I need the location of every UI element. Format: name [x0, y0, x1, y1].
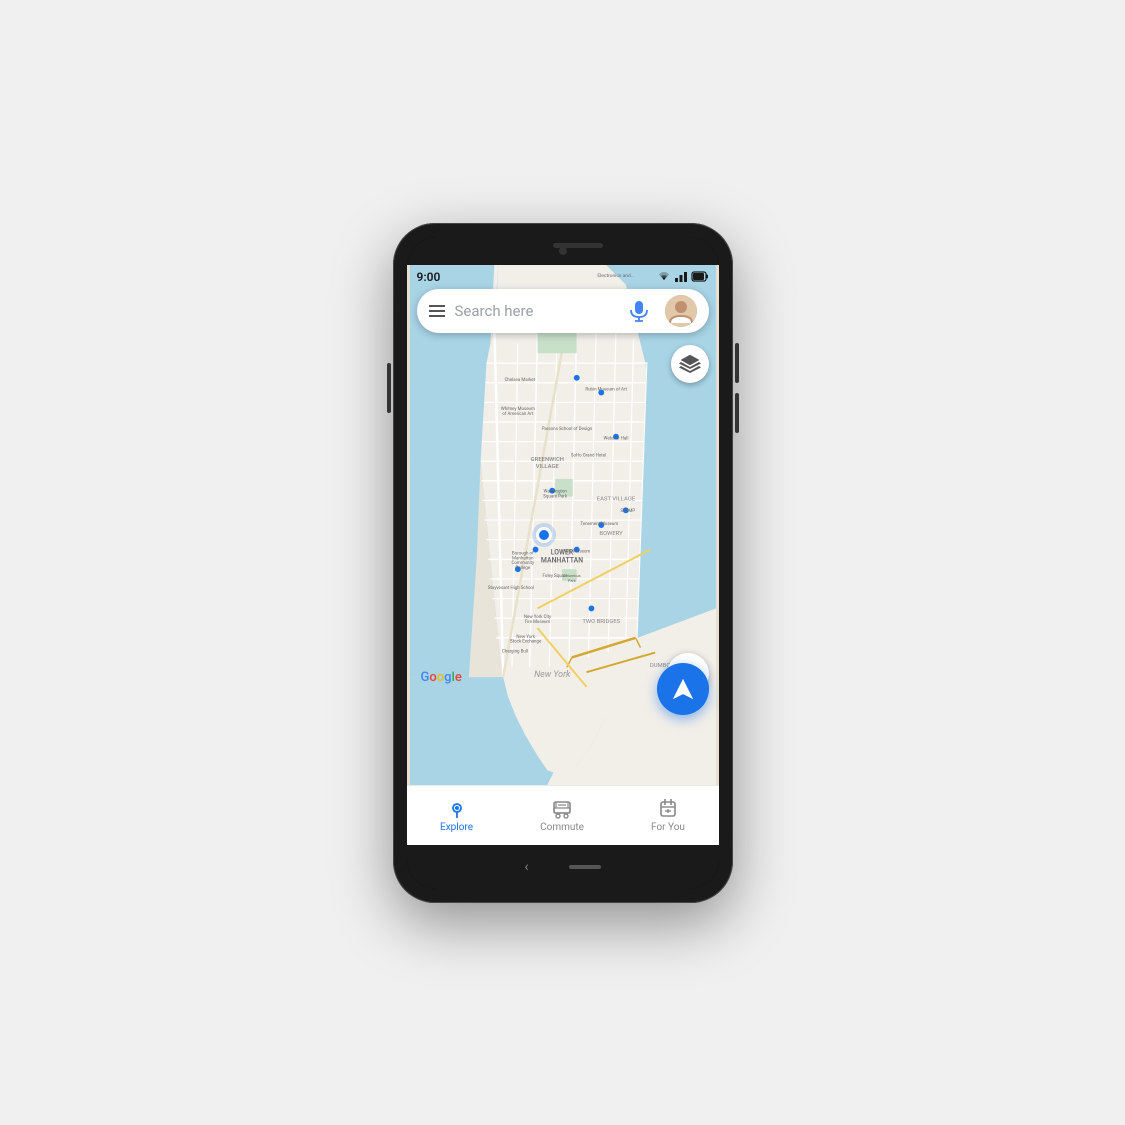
current-location-dot	[536, 527, 552, 543]
nav-commute[interactable]: Commute	[524, 792, 600, 839]
layers-icon	[679, 353, 701, 375]
svg-text:TWO BRIDGES: TWO BRIDGES	[582, 619, 620, 625]
search-bar-container: Search here	[417, 289, 709, 333]
user-avatar[interactable]	[665, 295, 697, 327]
phone-screen-container: GREENWICH VILLAGE LOWER MANHATTAN BOWERY…	[407, 237, 719, 889]
svg-text:Parsons School of Design: Parsons School of Design	[541, 424, 592, 431]
logo-letter-e: e	[455, 670, 462, 685]
commute-label: Commute	[540, 822, 584, 833]
phone-device: GREENWICH VILLAGE LOWER MANHATTAN BOWERY…	[393, 223, 733, 903]
svg-text:STOMP: STOMP	[620, 508, 635, 514]
svg-text:MANHATTAN: MANHATTAN	[540, 556, 582, 564]
map-area[interactable]: GREENWICH VILLAGE LOWER MANHATTAN BOWERY…	[407, 265, 719, 785]
google-logo: Google	[421, 670, 462, 685]
svg-text:Square Park: Square Park	[543, 493, 567, 499]
logo-letter-o1: o	[429, 670, 436, 685]
app-screen: GREENWICH VILLAGE LOWER MANHATTAN BOWERY…	[407, 265, 719, 845]
svg-text:Webster Hall: Webster Hall	[603, 435, 628, 441]
svg-text:College: College	[515, 565, 530, 571]
svg-text:SoHo Grand Hotel: SoHo Grand Hotel	[570, 452, 605, 458]
svg-text:New York: New York	[534, 670, 571, 680]
svg-text:Chelsea Market: Chelsea Market	[504, 376, 535, 382]
earpiece-speaker	[553, 243, 603, 248]
explore-label: Explore	[440, 822, 473, 833]
power-button[interactable]	[387, 363, 391, 413]
svg-text:Park: Park	[567, 577, 575, 582]
for-you-icon	[657, 798, 679, 820]
front-camera	[559, 247, 567, 255]
signal-icon	[674, 271, 688, 282]
navigate-icon	[670, 676, 696, 702]
wifi-icon	[657, 271, 671, 282]
svg-text:Stock Exchange: Stock Exchange	[510, 638, 542, 644]
nav-explore[interactable]: Explore	[424, 792, 489, 839]
explore-icon	[446, 798, 468, 820]
volume-down-button[interactable]	[735, 393, 739, 433]
system-bar: ‹	[407, 845, 719, 889]
status-bar: 9:00	[407, 265, 719, 289]
avatar-image	[665, 295, 697, 327]
search-bar[interactable]: Search here	[417, 289, 709, 333]
back-button[interactable]: ‹	[524, 859, 528, 875]
layer-button[interactable]	[671, 345, 709, 383]
svg-text:Rubin Museum of Art: Rubin Museum of Art	[585, 385, 627, 392]
status-icons	[657, 271, 709, 282]
svg-text:New Museum: New Museum	[563, 548, 590, 554]
svg-text:VILLAGE: VILLAGE	[535, 464, 559, 470]
svg-text:EAST VILLAGE: EAST VILLAGE	[596, 496, 635, 502]
svg-text:GREENWICH: GREENWICH	[530, 457, 563, 463]
home-indicator[interactable]	[569, 865, 601, 869]
svg-text:Tenement Museum: Tenement Museum	[580, 521, 618, 527]
svg-text:of American Art: of American Art	[502, 410, 533, 417]
search-placeholder[interactable]: Search here	[455, 302, 613, 320]
volume-up-button[interactable]	[735, 343, 739, 383]
mic-button[interactable]	[623, 295, 655, 327]
svg-text:Stuyvesant High School: Stuyvesant High School	[487, 584, 533, 590]
phone-notch	[407, 237, 719, 265]
battery-icon	[691, 271, 709, 282]
bottom-navigation: Explore Commute	[407, 785, 719, 845]
for-you-label: For You	[651, 822, 685, 833]
status-time: 9:00	[417, 270, 441, 284]
logo-letter-g2: g	[444, 670, 451, 685]
svg-text:Fire Museum: Fire Museum	[524, 619, 550, 625]
svg-text:Charging Bull: Charging Bull	[501, 648, 527, 654]
menu-icon[interactable]	[429, 305, 445, 317]
navigate-button[interactable]	[657, 663, 709, 715]
svg-text:BOWERY: BOWERY	[599, 530, 623, 536]
microphone-icon	[630, 300, 648, 322]
commute-icon	[551, 798, 573, 820]
nav-for-you[interactable]: For You	[635, 792, 701, 839]
